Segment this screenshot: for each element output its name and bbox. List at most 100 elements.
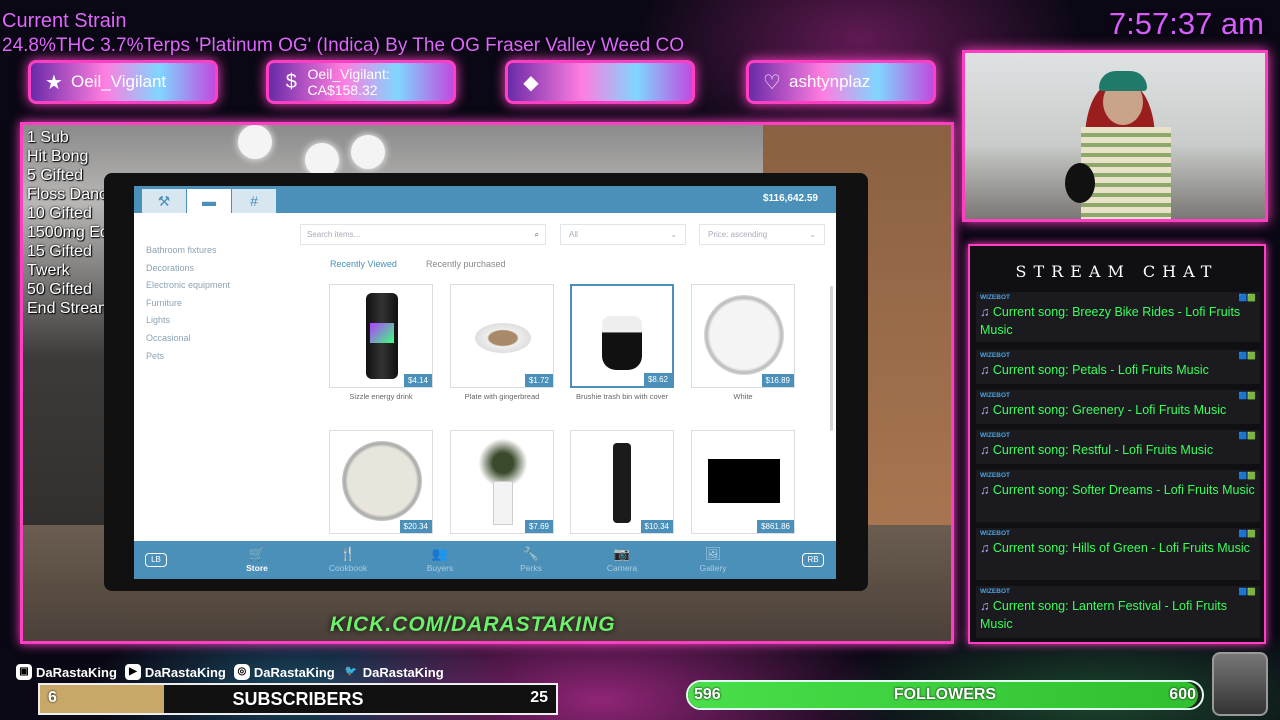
round-mirror-icon <box>342 441 422 521</box>
webcam-feed <box>962 50 1268 222</box>
chat-username: WIZEBOT <box>980 530 1010 537</box>
nav-cookbook[interactable]: 🍴 Cookbook <box>313 545 383 573</box>
search-placeholder: Search items... <box>307 230 361 239</box>
social-twitch: ▣ DaRastaKing <box>16 664 117 680</box>
scrollbar[interactable] <box>830 286 833 431</box>
item-label: White <box>733 392 753 401</box>
nav-label: Cookbook <box>328 563 368 573</box>
item-card-white[interactable]: $16.89 <box>691 284 795 388</box>
subscribers-goal-bar: 6 SUBSCRIBERS 25 <box>38 683 558 715</box>
latest-follower-badge: ★ Oeil_Vigilant <box>28 60 218 104</box>
category-item[interactable]: Furniture <box>146 295 230 313</box>
tab-tools[interactable]: ⚒ <box>142 189 186 213</box>
store-topbar: ⚒ ▬ # $116,642.59 <box>134 186 836 213</box>
item-price: $16.89 <box>761 374 794 387</box>
twitch-icon: ▣ <box>16 664 32 680</box>
filter-value: All <box>569 230 578 239</box>
chat-text: Current song: Lantern Festival - Lofi Fr… <box>980 599 1227 631</box>
nav-gallery[interactable]: 🖼 Gallery <box>678 545 748 573</box>
badge-label: Oeil_Vigilant <box>71 72 167 91</box>
item-card-tv[interactable]: $861.86 <box>691 430 795 534</box>
chat-text: Current song: Hills of Green - Lofi Frui… <box>992 541 1250 555</box>
chat-username: WIZEBOT <box>980 472 1010 479</box>
social-handle: DaRastaKing <box>253 664 335 680</box>
chat-message: WIZEBOT 🟦🟩 ♫ Current song: Lantern Festi… <box>976 586 1260 638</box>
tv-icon <box>708 459 780 503</box>
category-item[interactable]: Pets <box>146 348 230 366</box>
category-item[interactable]: Lights <box>146 312 230 330</box>
tab-recently-viewed[interactable]: Recently Viewed <box>330 259 397 269</box>
category-item[interactable]: Decorations <box>146 260 230 278</box>
vase-icon <box>493 481 513 525</box>
lamp-icon <box>238 125 272 159</box>
social-handle: DaRastaKing <box>144 664 226 680</box>
item-price: $8.62 <box>643 373 672 386</box>
social-twitter: 🐦 DaRastaKing <box>343 664 444 680</box>
chat-username: WIZEBOT <box>980 588 1010 595</box>
store-bottom-nav: LB 🛒 Store 🍴 Cookbook 👥 Buyers 🔧 Perks 📷… <box>134 541 836 579</box>
perks-icon: 🔧 <box>522 546 540 561</box>
music-note-icon: ♫ <box>980 541 993 555</box>
nav-camera[interactable]: 📷 Camera <box>587 545 657 573</box>
badge-icons: 🟦🟩 <box>1238 531 1256 538</box>
chat-message: WIZEBOT 🟦🟩 ♫ Current song: Restful - Lof… <box>976 430 1260 464</box>
badge-icons: 🟦🟩 <box>1238 353 1256 360</box>
nav-perks[interactable]: 🔧 Perks <box>496 545 566 573</box>
nav-label: Store <box>246 563 268 573</box>
nav-label: Buyers <box>426 563 454 573</box>
striped-shirt <box>1081 127 1171 219</box>
lb-button[interactable]: LB <box>145 553 167 567</box>
category-item[interactable]: Electronic equipment <box>146 277 230 295</box>
followers-goal-bar: 596 FOLLOWERS 600 <box>686 680 1204 710</box>
nav-buyers[interactable]: 👥 Buyers <box>405 545 475 573</box>
chat-username: WIZEBOT <box>980 392 1010 399</box>
item-card-trash-bin[interactable]: $8.62 <box>570 284 674 388</box>
chevron-down-icon: ⌄ <box>809 230 816 239</box>
subscribers-label: SUBSCRIBERS <box>232 689 364 709</box>
search-icon[interactable]: ⌕ <box>535 230 539 239</box>
strain-title: Current Strain <box>2 10 127 32</box>
instagram-icon: ◎ <box>233 664 250 680</box>
music-note-icon: ♫ <box>980 305 993 319</box>
item-label: Sizzle energy drink <box>349 392 413 401</box>
item-card-round-mirror[interactable]: $20.34 <box>329 430 433 534</box>
chat-text: Current song: Greenery - Lofi Fruits Mus… <box>992 403 1227 417</box>
rb-button[interactable]: RB <box>802 553 824 567</box>
item-card-remote[interactable]: $10.34 <box>570 430 674 534</box>
store-app: ⚒ ▬ # $116,642.59 Bathroom fixtures Deco… <box>134 186 836 579</box>
sofa-icon: ▬ <box>202 193 216 209</box>
cart-icon: 🛒 <box>248 546 266 561</box>
chat-text: Current song: Softer Dreams - Lofi Fruit… <box>992 483 1255 497</box>
goal-item: Hit Bong <box>27 148 89 165</box>
item-card-plate[interactable]: $1.72 <box>450 284 554 388</box>
category-filter-select[interactable]: All ⌄ <box>560 224 686 245</box>
item-card-plant[interactable]: $7.69 <box>450 430 554 534</box>
trash-bin-icon <box>602 316 642 370</box>
strain-description: 24.8%THC 3.7%Terps 'Platinum OG' (Indica… <box>2 35 684 56</box>
followers-goal: 600 <box>1169 686 1196 703</box>
latest-sub-badge: ♡ ashtynplaz <box>746 60 936 104</box>
dollar-icon: $ <box>285 70 297 93</box>
followers-label: FOLLOWERS <box>893 686 997 703</box>
tab-furniture[interactable]: ▬ <box>187 189 231 213</box>
search-input[interactable]: Search items... ⌕ <box>300 224 546 245</box>
diamond-icon: ◆ <box>523 71 539 94</box>
item-card-energy-drink[interactable]: $4.14 <box>329 284 433 388</box>
sort-value: Price: ascending <box>708 230 768 239</box>
item-price: $4.14 <box>403 374 432 387</box>
tab-recently-purchased[interactable]: Recently purchased <box>426 259 506 269</box>
tab-build[interactable]: # <box>232 189 276 213</box>
chat-text: Current song: Breezy Bike Rides - Lofi F… <box>980 305 1241 337</box>
category-item[interactable]: Occasional <box>146 330 230 348</box>
plant-icon <box>479 439 527 487</box>
badge-label: ashtynplaz <box>789 72 871 91</box>
badge-label: Oeil_Vigilant: CA$158.32 <box>307 66 390 98</box>
sort-select[interactable]: Price: ascending ⌄ <box>699 224 825 245</box>
twitter-icon: 🐦 <box>344 666 357 677</box>
nav-store[interactable]: 🛒 Store <box>222 545 292 573</box>
tip-jar-icon <box>1212 652 1268 716</box>
can-icon <box>366 293 398 379</box>
category-item[interactable]: Bathroom fixtures <box>146 242 230 260</box>
social-handle: DaRastaKing <box>36 664 117 680</box>
chat-text: Current song: Petals - Lofi Fruits Music <box>992 363 1209 377</box>
